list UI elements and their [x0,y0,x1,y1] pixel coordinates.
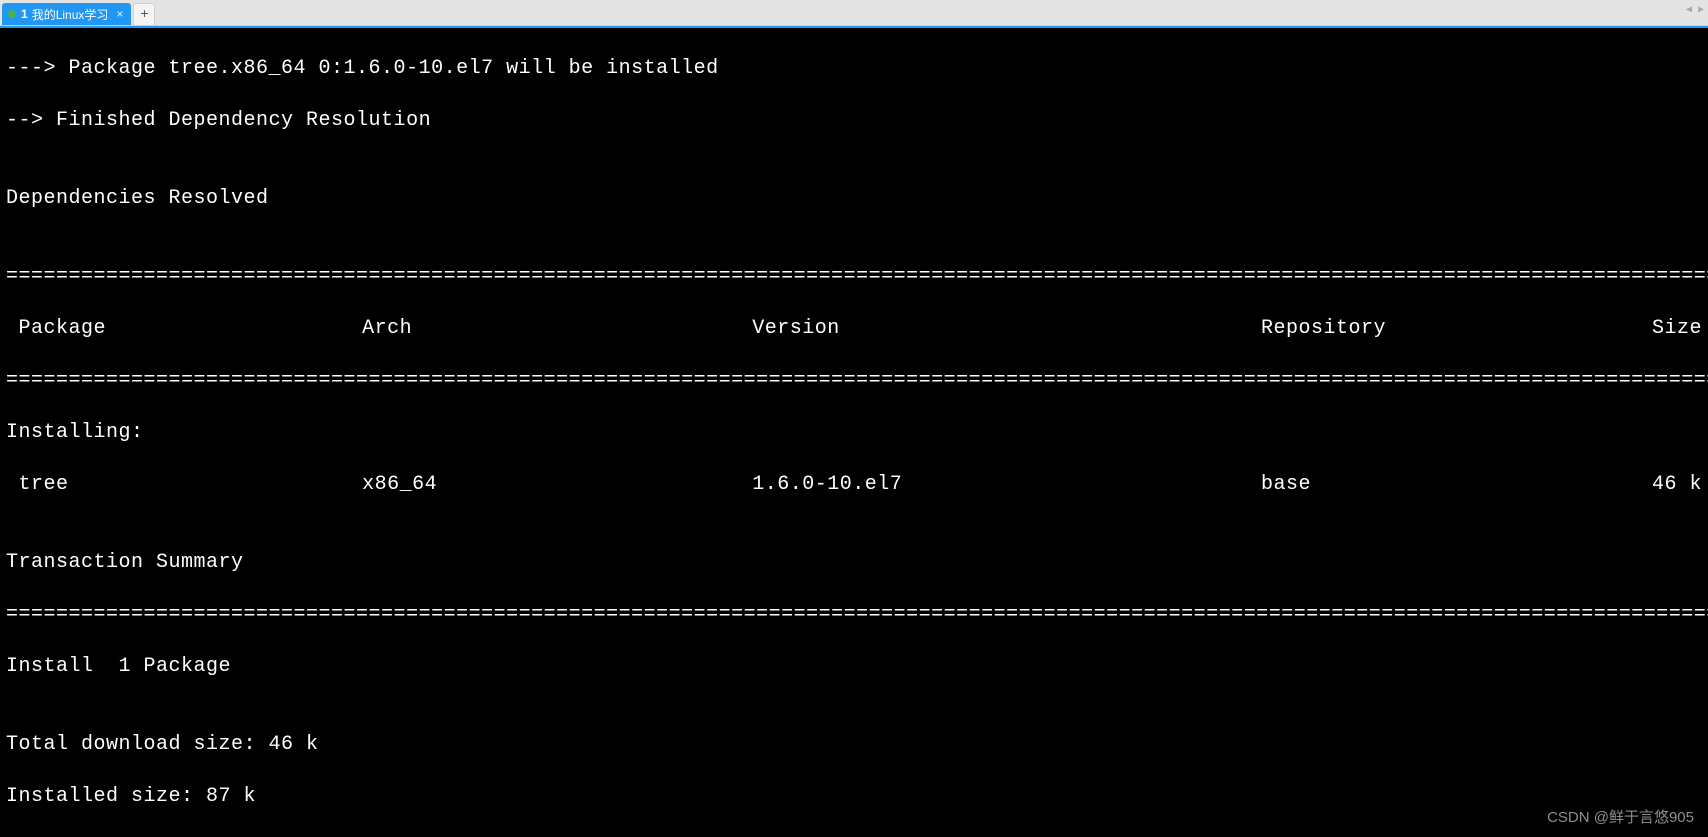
tab-title: 我的Linux学习 [32,6,109,23]
cell-arch: x86_64 [362,472,752,498]
output-line: Dependencies Resolved [6,186,1702,212]
output-line: Install 1 Package [6,654,1702,680]
new-tab-button[interactable]: + [133,3,155,25]
status-dot-icon [8,10,16,18]
col-size: Size [1566,316,1702,342]
terminal-output[interactable]: ---> Package tree.x86_64 0:1.6.0-10.el7 … [0,26,1708,837]
tab-bar: 1 我的Linux学习 × + ◀ ▶ [0,0,1708,26]
table-header: Package Arch Version Repository Size [6,316,1702,342]
output-line: ---> Package tree.x86_64 0:1.6.0-10.el7 … [6,56,1702,82]
col-package: Package [6,316,362,342]
output-line: Installing: [6,420,1702,446]
output-line: Transaction Summary [6,550,1702,576]
tab-index: 1 [21,7,28,21]
cell-repository: base [1261,472,1566,498]
tab-nav: ◀ ▶ [1686,4,1704,16]
output-line: Installed size: 87 k [6,784,1702,810]
output-line: --> Finished Dependency Resolution [6,108,1702,134]
rule: ========================================… [6,264,1702,290]
cell-version: 1.6.0-10.el7 [752,472,1261,498]
plus-icon: + [140,7,148,23]
col-version: Version [752,316,1261,342]
output-line: Total download size: 46 k [6,732,1702,758]
table-row: tree x86_64 1.6.0-10.el7 base 46 k [6,472,1702,498]
cell-size: 46 k [1566,472,1702,498]
cell-package: tree [6,472,362,498]
rule: ========================================… [6,602,1702,628]
close-icon[interactable]: × [116,7,123,21]
watermark: CSDN @鲜于言悠905 [1547,805,1694,831]
nav-right-icon[interactable]: ▶ [1698,4,1704,16]
col-repository: Repository [1261,316,1566,342]
nav-left-icon[interactable]: ◀ [1686,4,1692,16]
rule: ========================================… [6,368,1702,394]
tab-active[interactable]: 1 我的Linux学习 × [2,3,131,25]
col-arch: Arch [362,316,752,342]
